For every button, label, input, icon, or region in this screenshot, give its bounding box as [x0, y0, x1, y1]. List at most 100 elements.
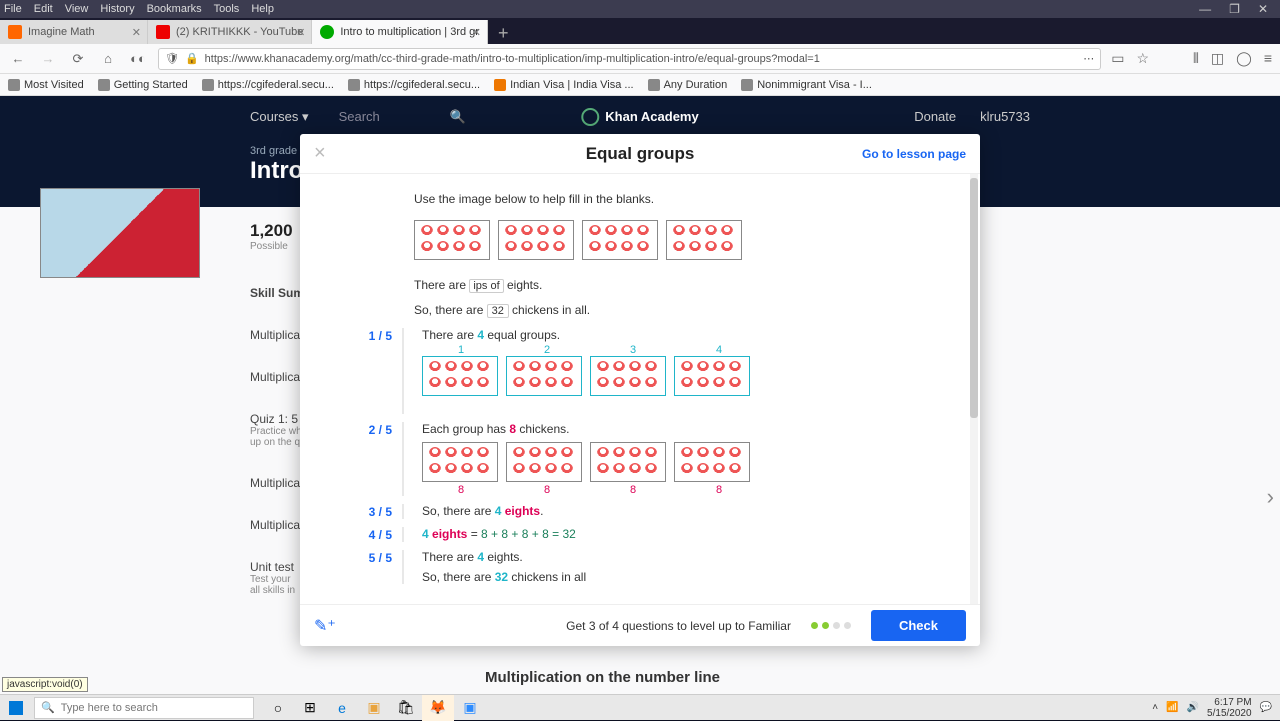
url-field[interactable]: 🛡 🔒 https://www.khanacademy.org/math/cc-… — [158, 48, 1101, 70]
mask-icon[interactable]: ◐◐ — [128, 49, 148, 69]
exercise-modal: × Equal groups Go to lesson page Use the… — [300, 134, 980, 646]
webcam-overlay — [40, 188, 200, 278]
bookmark-icon — [8, 79, 20, 91]
url-text: https://www.khanacademy.org/math/cc-thir… — [205, 53, 820, 65]
url-more-icon[interactable]: ⋯ — [1083, 52, 1094, 65]
chicken-group — [582, 220, 658, 260]
menu-help[interactable]: Help — [251, 3, 274, 15]
ka-search[interactable]: Search — [339, 109, 380, 124]
menu-view[interactable]: View — [65, 3, 89, 15]
zoom-icon[interactable]: ▣ — [454, 695, 486, 721]
menu-tools[interactable]: Tools — [214, 3, 240, 15]
notifications-icon[interactable]: 💬 — [1260, 702, 1272, 713]
bookmark-icon — [202, 79, 214, 91]
bm-indian-visa[interactable]: Indian Visa | India Visa ... — [494, 79, 634, 91]
library-icon[interactable]: ⫴ — [1193, 50, 1199, 67]
window-minimize-icon[interactable]: — — [1199, 2, 1211, 16]
chicken-group — [414, 220, 490, 260]
menu-bookmarks[interactable]: Bookmarks — [147, 3, 202, 15]
account-icon[interactable]: ◯ — [1236, 50, 1252, 67]
store-icon[interactable]: 🛍 — [390, 695, 422, 721]
toolbar: ← → ⟳ ⌂ ◐◐ 🛡 🔒 https://www.khanacademy.o… — [0, 44, 1280, 74]
chicken-group — [590, 442, 666, 482]
bm-cgi1[interactable]: https://cgifederal.secu... — [202, 79, 334, 91]
chicken-group — [590, 356, 666, 396]
menu-edit[interactable]: Edit — [34, 3, 53, 15]
tab-label: Intro to multiplication | 3rd gr — [340, 26, 479, 38]
chicken-group — [674, 356, 750, 396]
points: 1,200 Possible — [250, 221, 293, 252]
check-button[interactable]: Check — [871, 610, 966, 641]
progress-dots — [811, 622, 851, 629]
close-tab-icon[interactable]: ✕ — [132, 26, 141, 39]
close-modal-button[interactable]: × — [314, 142, 326, 165]
forward-button[interactable]: → — [38, 49, 58, 69]
tab-khan[interactable]: Intro to multiplication | 3rd gr ✕ — [312, 20, 488, 44]
donate-link[interactable]: Donate — [914, 109, 956, 124]
bm-any-duration[interactable]: Any Duration — [648, 79, 728, 91]
bm-cgi2[interactable]: https://cgifederal.secu... — [348, 79, 480, 91]
explorer-icon[interactable]: ▣ — [358, 695, 390, 721]
lock-icon: 🔒 — [185, 52, 199, 65]
taskbar-search[interactable]: 🔍 Type here to search — [34, 697, 254, 719]
lesson-page-link[interactable]: Go to lesson page — [862, 147, 966, 161]
instruction-text: Use the image below to help fill in the … — [414, 192, 956, 206]
chicken-group — [422, 356, 498, 396]
edge-icon[interactable]: e — [326, 695, 358, 721]
tray-network-icon[interactable]: 📶 — [1166, 702, 1178, 713]
firefox-icon[interactable]: 🦊 — [422, 695, 454, 721]
menu-file[interactable]: File — [4, 3, 22, 15]
modal-body: Use the image below to help fill in the … — [300, 174, 980, 604]
home-button[interactable]: ⌂ — [98, 49, 118, 69]
start-button[interactable] — [0, 695, 32, 721]
scratchpad-icon[interactable]: ✎⁺ — [314, 616, 336, 636]
new-tab-button[interactable]: + — [488, 23, 519, 44]
bookmark-icon — [648, 79, 660, 91]
ka-logo[interactable]: Khan Academy — [581, 108, 698, 126]
reader-icon[interactable]: ▭ — [1111, 50, 1124, 67]
bookmark-icon — [494, 79, 506, 91]
blank-input-2[interactable]: 32 — [487, 304, 509, 318]
cortana-icon[interactable]: ○ — [262, 695, 294, 721]
user-menu[interactable]: klru5733 — [980, 109, 1030, 124]
chicken-group — [506, 356, 582, 396]
system-tray: ˄ 📶 🔊 6:17 PM5/15/2020 💬 — [1152, 697, 1280, 719]
courses-dropdown[interactable]: Courses ▾ — [250, 109, 309, 125]
chicken-group — [674, 442, 750, 482]
step-number: 1 / 5 — [324, 328, 404, 414]
back-button[interactable]: ← — [8, 49, 28, 69]
bookmark-icon — [348, 79, 360, 91]
scrollbar[interactable] — [970, 174, 978, 604]
tab-bar: Imagine Math ✕ (2) KRITHIKKK - YouTube ✕… — [0, 18, 1280, 44]
bookmark-star-icon[interactable]: ☆ — [1136, 50, 1149, 67]
search-icon[interactable]: 🔍 — [450, 109, 466, 125]
reload-button[interactable]: ⟳ — [68, 49, 88, 69]
close-tab-icon[interactable]: ✕ — [472, 26, 481, 39]
next-arrow-icon[interactable]: › — [1267, 484, 1274, 510]
windows-taskbar: 🔍 Type here to search ○ ⊞ e ▣ 🛍 🦊 ▣ ˄ 📶 … — [0, 694, 1280, 720]
ka-logo-icon — [581, 108, 599, 126]
close-tab-icon[interactable]: ✕ — [296, 26, 305, 39]
bm-nonimmigrant[interactable]: Nonimmigrant Visa - I... — [741, 79, 872, 91]
chicken-group — [498, 220, 574, 260]
tray-chevron-icon[interactable]: ˄ — [1152, 702, 1158, 713]
tab-youtube[interactable]: (2) KRITHIKKK - YouTube ✕ — [148, 20, 312, 44]
blank-input-1[interactable]: ips of — [469, 279, 503, 293]
modal-footer: ✎⁺ Get 3 of 4 questions to level up to F… — [300, 604, 980, 646]
favicon-icon — [320, 25, 334, 39]
app-menu-icon[interactable]: ≡ — [1264, 50, 1272, 67]
sidebar-icon[interactable]: ◫ — [1211, 50, 1224, 67]
tray-volume-icon[interactable]: 🔊 — [1187, 702, 1199, 713]
taskview-icon[interactable]: ⊞ — [294, 695, 326, 721]
bm-getting-started[interactable]: Getting Started — [98, 79, 188, 91]
window-close-icon[interactable]: ✕ — [1258, 2, 1268, 16]
progress-text: Get 3 of 4 questions to level up to Fami… — [566, 619, 791, 633]
bm-most-visited[interactable]: Most Visited — [8, 79, 84, 91]
window-restore-icon[interactable]: ❐ — [1229, 2, 1240, 16]
menu-history[interactable]: History — [100, 3, 134, 15]
tab-imagine-math[interactable]: Imagine Math ✕ — [0, 20, 148, 44]
step-body: 4 eights = 8 + 8 + 8 + 8 = 32 — [422, 527, 956, 542]
step-body: So, there are 4 eights. — [422, 504, 956, 519]
step-number: 2 / 5 — [324, 422, 404, 496]
taskbar-clock[interactable]: 6:17 PM5/15/2020 — [1207, 697, 1252, 719]
